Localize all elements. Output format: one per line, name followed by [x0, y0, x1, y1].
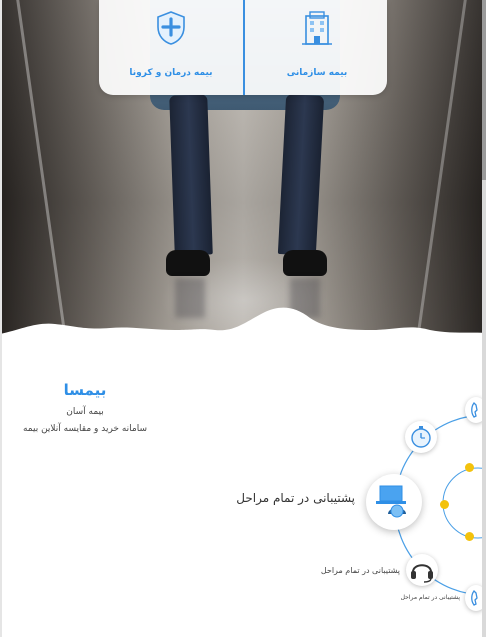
- insurance-type-card: بیمه سازمانی بیمه درمان و کرونا: [99, 0, 387, 95]
- card-divider: [243, 0, 245, 95]
- stopwatch-icon: [405, 421, 437, 453]
- person-shoe-left: [166, 250, 210, 276]
- tertiary-feature-label: پشتیبانی در تمام مراحل: [400, 594, 460, 601]
- main-feature-label: پشتیبانی در تمام مراحل: [236, 491, 355, 505]
- organizational-insurance-label: بیمه سازمانی: [286, 68, 348, 78]
- organizational-insurance-option[interactable]: بیمه سازمانی: [245, 0, 389, 95]
- person-leg-left: [169, 94, 213, 256]
- brand-subtitle: سامانه خرید و مقایسه آنلاین بیمه: [22, 424, 148, 434]
- person-shoe-right: [283, 250, 327, 276]
- orbit-dot: [465, 532, 474, 541]
- secondary-feature-label: پشتیبانی در تمام مراحل: [320, 566, 400, 575]
- health-corona-insurance-option[interactable]: بیمه درمان و کرونا: [99, 0, 243, 95]
- person-leg-right: [277, 94, 325, 256]
- orbit-dot: [440, 500, 449, 509]
- health-shield-icon: [157, 11, 185, 45]
- scrollbar-thumb[interactable]: [482, 0, 486, 180]
- brand-name: بیمسا: [63, 381, 107, 399]
- headset-icon: [406, 554, 438, 586]
- orbit-dot: [465, 463, 474, 472]
- health-corona-insurance-label: بیمه درمان و کرونا: [129, 68, 213, 78]
- brand-tagline: بیمه آسان: [66, 407, 104, 417]
- wave-divider: [0, 307, 486, 338]
- laptop-support-icon: [366, 474, 422, 530]
- building-icon: [302, 11, 332, 45]
